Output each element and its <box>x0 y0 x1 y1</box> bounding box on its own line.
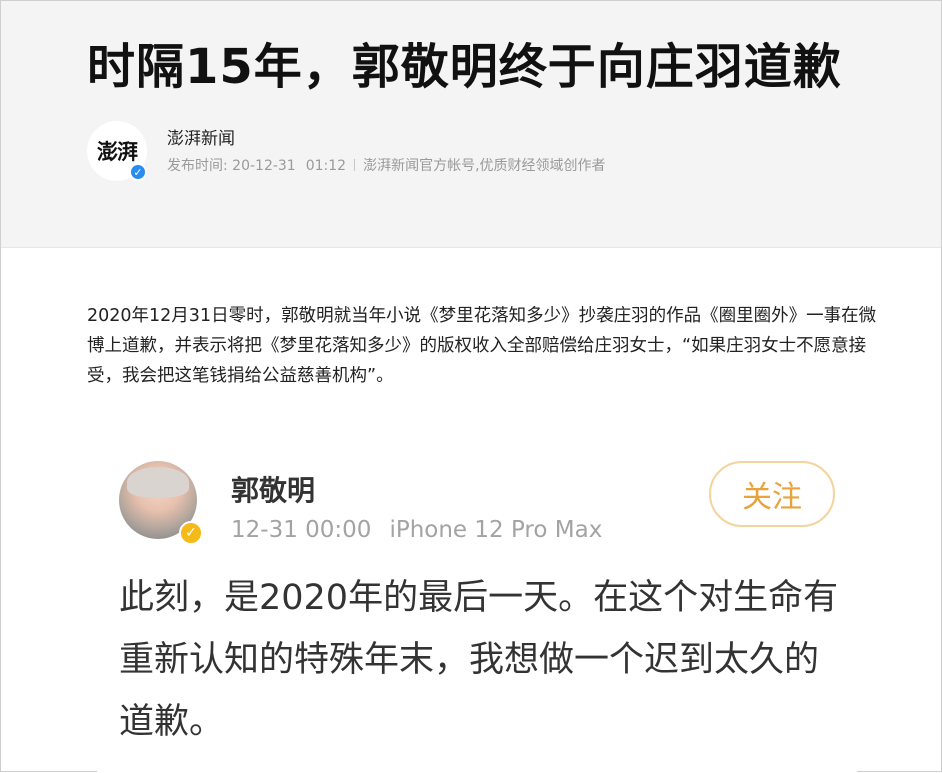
meta-divider <box>354 159 356 171</box>
article-header: 时隔15年，郭敬明终于向庄羽道歉 澎湃 ✓ 澎湃新闻 发布时间: 20-12-3… <box>1 1 941 248</box>
publish-date: 发布时间: 20-12-31 <box>167 158 296 174</box>
publish-time: 01:12 <box>305 158 347 174</box>
follow-button[interactable]: 关注 <box>709 461 835 527</box>
post-timestamp: 12-31 00:00 <box>231 517 372 543</box>
post-verified-icon: ✓ <box>179 521 203 545</box>
article-lead-paragraph: 2020年12月31日零时，郭敬明就当年小说《梦里花落知多少》抄袭庄羽的作品《圈… <box>87 306 877 386</box>
author-name[interactable]: 澎湃新闻 <box>167 124 235 149</box>
embedded-weibo-post: ✓ 郭敬明 12-31 00:00 iPhone 12 Pro Max 关注 此刻… <box>97 441 857 773</box>
post-device: iPhone 12 Pro Max <box>389 517 603 543</box>
verified-icon: ✓ <box>129 163 147 181</box>
article-title: 时隔15年，郭敬明终于向庄羽道歉 <box>87 39 842 95</box>
article-meta: 发布时间: 20-12-31 01:12 澎湃新闻官方帐号,优质财经领域创作者 <box>167 155 606 175</box>
post-body-text: 此刻，是2020年的最后一天。在这个对生命有重新认知的特殊年末，我想做一个迟到太… <box>119 578 839 742</box>
post-meta: 12-31 00:00 iPhone 12 Pro Max <box>231 517 602 543</box>
post-user-name[interactable]: 郭敬明 <box>231 469 315 509</box>
author-avatar-logo: 澎湃 <box>97 139 138 164</box>
author-description: 澎湃新闻官方帐号,优质财经领域创作者 <box>363 158 606 174</box>
